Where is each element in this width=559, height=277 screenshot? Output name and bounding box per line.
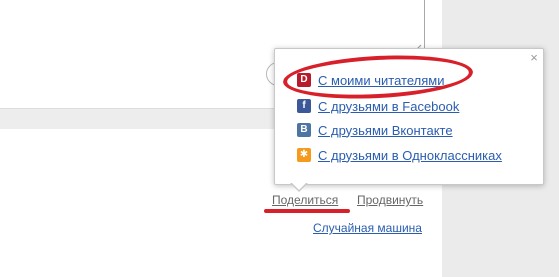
share-option-label: С друзьями в Одноклассниках	[318, 147, 502, 163]
promote-link[interactable]: Продвинуть	[357, 193, 423, 207]
share-option-facebook[interactable]: f С друзьями в Facebook	[297, 97, 459, 115]
random-machine-link[interactable]: Случайная машина	[313, 221, 422, 235]
close-icon[interactable]: ×	[528, 51, 540, 64]
vkontakte-icon: В	[297, 123, 311, 137]
facebook-icon: f	[297, 99, 311, 113]
share-highlight-mark	[264, 209, 350, 213]
share-link[interactable]: Поделиться	[272, 193, 338, 207]
share-option-label: С друзьями Вконтакте	[318, 122, 453, 138]
comment-textarea[interactable]	[0, 0, 425, 55]
odnoklassniki-icon: ✱	[297, 148, 311, 162]
share-option-label: С друзьями в Facebook	[318, 98, 460, 114]
popup-arrow-inner	[291, 182, 307, 190]
share-option-vkontakte[interactable]: В С друзьями Вконтакте	[297, 121, 453, 139]
share-option-odnoklassniki[interactable]: ✱ С друзьями в Одноклассниках	[297, 146, 502, 164]
